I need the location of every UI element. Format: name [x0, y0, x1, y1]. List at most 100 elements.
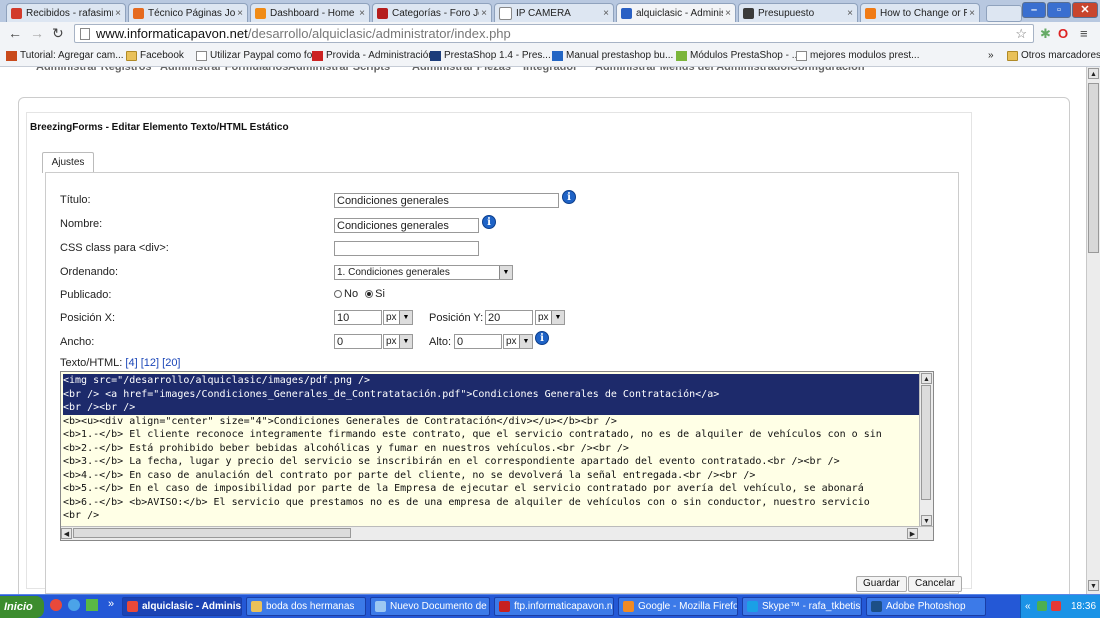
bookmark-item[interactable]: mejores modulos prest...: [796, 50, 920, 61]
taskbar-task[interactable]: alquiclasic - Adminis...: [122, 597, 242, 616]
cancel-button[interactable]: Cancelar: [908, 576, 963, 592]
menu-icon[interactable]: ≡: [1080, 26, 1088, 41]
scroll-left-icon[interactable]: ◀: [61, 528, 72, 539]
quicklaunch-icon[interactable]: [86, 599, 98, 611]
taskbar-task[interactable]: ftp.informaticapavon.n...: [494, 597, 614, 616]
forward-arrow-icon[interactable]: →: [30, 25, 44, 41]
publicado-si-radio[interactable]: [365, 290, 374, 299]
info-icon[interactable]: i: [562, 190, 576, 204]
css-class-input[interactable]: [334, 241, 479, 256]
close-tab-icon[interactable]: ×: [847, 8, 853, 19]
bookmark-item[interactable]: Manual prestashop bu...: [552, 50, 673, 61]
posicion-x-input[interactable]: 10: [334, 310, 382, 325]
new-tab-button[interactable]: [986, 5, 1022, 22]
chrome-icon[interactable]: [50, 599, 62, 611]
close-tab-icon[interactable]: ×: [237, 8, 243, 19]
ancho-input[interactable]: 0: [334, 334, 382, 349]
rows-link-12[interactable]: [12]: [141, 357, 159, 369]
scroll-thumb[interactable]: [921, 385, 931, 500]
close-tab-icon[interactable]: ×: [481, 8, 487, 19]
top-nav-item[interactable]: Administrar Menús del Administrador: [595, 67, 791, 73]
bookmark-star-icon[interactable]: ☆: [1015, 26, 1027, 42]
scroll-right-icon[interactable]: ▶: [907, 528, 918, 539]
other-bookmarks-folder[interactable]: Otros marcadores: [1007, 50, 1100, 61]
bookmarks-overflow-button[interactable]: »: [988, 50, 994, 61]
alto-unit-select[interactable]: px ▼: [503, 334, 533, 349]
scroll-up-icon[interactable]: ▲: [921, 373, 932, 384]
browser-tab[interactable]: IP CAMERA ×: [494, 3, 614, 22]
close-tab-icon[interactable]: ×: [115, 8, 121, 19]
top-nav-item[interactable]: Configuración: [790, 67, 865, 73]
scroll-thumb[interactable]: [73, 528, 351, 538]
scroll-thumb[interactable]: [1088, 83, 1099, 253]
rows-link-4[interactable]: [4]: [125, 357, 137, 369]
scroll-down-icon[interactable]: ▼: [921, 515, 932, 526]
security-icon[interactable]: [1051, 601, 1061, 611]
ancho-unit-select[interactable]: px ▼: [383, 334, 413, 349]
browser-tab[interactable]: Categorías - Foro Jo ×: [372, 3, 492, 22]
posicion-y-unit-select[interactable]: px ▼: [535, 310, 565, 325]
close-tab-icon[interactable]: ×: [359, 8, 365, 19]
close-tab-icon[interactable]: ×: [603, 8, 609, 19]
scroll-down-icon[interactable]: ▼: [1088, 580, 1099, 591]
texthtml-textarea[interactable]: <img src="/desarrollo/alquiclasic/images…: [60, 371, 934, 541]
address-bar[interactable]: www.informaticapavon.net/desarrollo/alqu…: [74, 24, 1034, 43]
info-icon[interactable]: i: [535, 331, 549, 345]
quicklaunch-overflow-icon[interactable]: »: [108, 598, 114, 610]
orange-square-icon: [255, 7, 266, 19]
taskbar-task[interactable]: Nuevo Documento de ...: [370, 597, 490, 616]
bookmark-item[interactable]: Tutorial: Agregar cam...: [6, 50, 124, 61]
taskbar-task[interactable]: Skype™ - rafa_tkbetis...: [742, 597, 862, 616]
titulo-input[interactable]: Condiciones generales: [334, 193, 559, 208]
top-nav-item[interactable]: Administrar Piezas: [412, 67, 511, 73]
address-path: /desarrollo/alquiclasic/administrator/in…: [247, 26, 511, 41]
page-vertical-scrollbar[interactable]: ▲ ▼: [1086, 67, 1100, 594]
bookmark-item[interactable]: Utilizar Paypal como fo...: [196, 50, 321, 61]
ordenando-select[interactable]: 1. Condiciones generales ▼: [334, 265, 513, 280]
network-icon[interactable]: [1037, 601, 1047, 611]
browser-tab[interactable]: Presupuesto ×: [738, 3, 858, 22]
bookmark-item[interactable]: Provida - Administración: [312, 50, 434, 61]
top-nav-item[interactable]: Administrar Scripts: [288, 67, 390, 73]
browser-tab[interactable]: Dashboard - Home ×: [250, 3, 370, 22]
start-button[interactable]: Inicio: [0, 596, 44, 618]
publicado-no-radio[interactable]: [334, 290, 342, 299]
bookmark-item[interactable]: PrestaShop 1.4 - Pres...: [430, 50, 551, 61]
browser-tab[interactable]: alquiclasic - Administ ×: [616, 3, 736, 22]
rows-link-20[interactable]: [20]: [162, 357, 180, 369]
alto-input[interactable]: 0: [454, 334, 502, 349]
browser-tab[interactable]: Técnico Páginas Joo ×: [128, 3, 248, 22]
browser-tab[interactable]: Recibidos - rafasimm ×: [6, 3, 126, 22]
taskbar-task[interactable]: boda dos hermanas: [246, 597, 366, 616]
close-tab-icon[interactable]: ×: [725, 8, 731, 19]
tray-expand-icon[interactable]: «: [1025, 595, 1031, 618]
textarea-horizontal-scrollbar[interactable]: ◀ ▶: [61, 526, 933, 540]
back-arrow-icon[interactable]: ←: [8, 25, 22, 41]
posicion-x-unit-select[interactable]: px ▼: [383, 310, 413, 325]
scroll-up-icon[interactable]: ▲: [1088, 68, 1099, 79]
bookmark-item[interactable]: Módulos PrestaShop - ...: [676, 50, 800, 61]
tab-ajustes[interactable]: Ajustes: [42, 152, 94, 173]
minimize-window-button[interactable]: –: [1022, 2, 1046, 18]
textarea-vertical-scrollbar[interactable]: ▲ ▼: [919, 372, 933, 528]
opera-icon[interactable]: O: [1058, 26, 1068, 41]
ie-icon[interactable]: [68, 599, 80, 611]
maximize-window-button[interactable]: ▫: [1047, 2, 1071, 18]
top-nav-item[interactable]: Administrar Registros: [36, 67, 152, 73]
close-tab-icon[interactable]: ×: [969, 8, 975, 19]
info-icon[interactable]: i: [482, 215, 496, 229]
taskbar-task[interactable]: Google - Mozilla Firefox: [618, 597, 738, 616]
save-button[interactable]: Guardar: [856, 576, 907, 592]
bookmark-item[interactable]: Facebook: [126, 50, 184, 61]
nombre-input[interactable]: Condiciones generales: [334, 218, 479, 233]
taskbar-task[interactable]: Adobe Photoshop: [866, 597, 986, 616]
close-window-button[interactable]: ✕: [1072, 2, 1098, 18]
code-line: <b>2.-</b> Está prohibido beber bebidas …: [63, 442, 629, 454]
extension-icon[interactable]: ✱: [1040, 26, 1051, 42]
reload-icon[interactable]: ↻: [52, 25, 64, 42]
posicion-y-input[interactable]: 20: [485, 310, 533, 325]
browser-tab[interactable]: How to Change or R ×: [860, 3, 980, 22]
top-nav-item[interactable]: Integrador: [523, 67, 577, 73]
top-nav-item[interactable]: Administrar Formularios: [160, 67, 288, 73]
task-label: ftp.informaticapavon.n...: [514, 601, 614, 612]
